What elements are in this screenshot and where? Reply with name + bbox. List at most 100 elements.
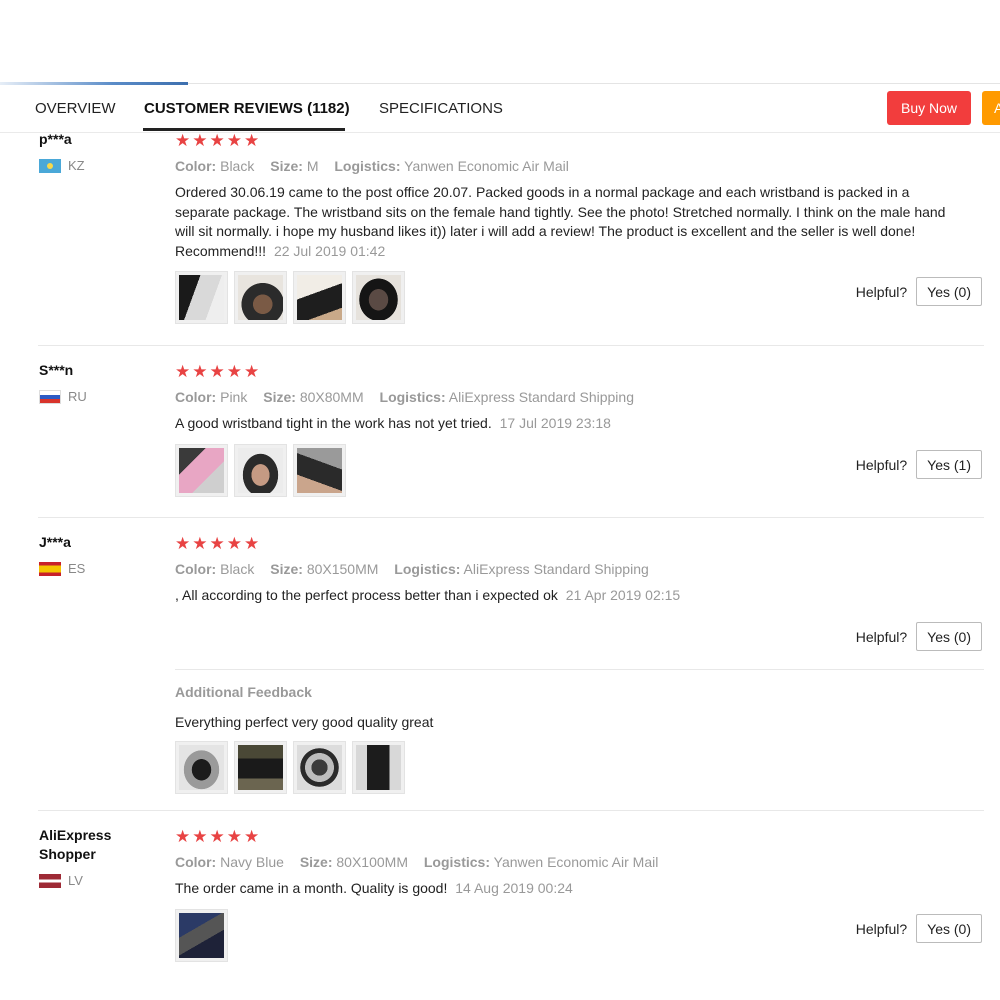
additional-feedback-title: Additional Feedback	[175, 684, 312, 700]
review-photo-thumbnail[interactable]	[175, 741, 228, 794]
logistics-label: Logistics:	[423, 854, 490, 870]
reviewer-name: p***a	[39, 131, 72, 147]
color-value: Navy Blue	[220, 854, 284, 870]
review-photo-thumbnail[interactable]	[352, 741, 405, 794]
star-icon: ★	[209, 827, 225, 846]
color-label: Color:	[175, 854, 217, 870]
reviews-list: p***a KZ ★ ★ ★ ★ ★ Color: Black Size: M …	[0, 130, 1000, 1000]
star-icon: ★	[226, 362, 242, 381]
star-rating: ★ ★ ★ ★ ★	[175, 132, 975, 150]
review-divider	[38, 517, 984, 518]
review-date: 22 Jul 2019 01:42	[273, 242, 386, 259]
country-code: LV	[68, 873, 83, 888]
color-label: Color:	[175, 158, 217, 174]
star-rating: ★ ★ ★ ★ ★	[175, 535, 975, 553]
review-text: The order came in a month. Quality is go…	[175, 879, 965, 899]
reviewer: AliExpress Shopper LV	[39, 826, 159, 888]
reviewer-country: KZ	[39, 158, 159, 173]
logistics-label: Logistics:	[379, 389, 446, 405]
review-attributes: Color: Black Size: M Logistics: Yanwen E…	[175, 158, 975, 174]
kz-flag-icon	[39, 158, 61, 173]
buy-now-button[interactable]: Buy Now	[887, 91, 971, 125]
star-icon: ★	[192, 362, 208, 381]
helpful-vote: Helpful? Yes (0)	[856, 277, 982, 306]
review-attributes: Color: Navy Blue Size: 80X100MM Logistic…	[175, 854, 975, 870]
star-icon: ★	[244, 534, 260, 553]
reviewer-country: LV	[39, 873, 159, 888]
add-to-cart-button[interactable]: A	[982, 91, 1000, 125]
color-label: Color:	[175, 389, 217, 405]
helpful-label: Helpful?	[855, 920, 908, 937]
logistics-value: Yanwen Economic Air Mail	[493, 854, 659, 870]
additional-feedback-photos	[175, 741, 975, 794]
logistics-value: AliExpress Standard Shipping	[448, 389, 634, 405]
tab-customer-reviews[interactable]: CUSTOMER REVIEWS (1182)	[144, 100, 350, 117]
color-value: Black	[220, 561, 255, 577]
star-rating: ★ ★ ★ ★ ★	[175, 363, 975, 381]
helpful-yes-button[interactable]: Yes (0)	[916, 622, 982, 651]
helpful-vote: Helpful? Yes (1)	[856, 450, 982, 479]
review-photo-thumbnail[interactable]	[175, 908, 228, 962]
star-icon: ★	[175, 131, 191, 150]
review-divider	[38, 345, 984, 346]
review-photo-thumbnail[interactable]	[293, 443, 346, 497]
helpful-label: Helpful?	[855, 456, 908, 473]
size-label: Size:	[263, 389, 296, 405]
review-photo-thumbnail[interactable]	[293, 271, 346, 325]
star-icon: ★	[192, 534, 208, 553]
review-photo-thumbnail[interactable]	[234, 443, 287, 497]
helpful-vote: Helpful? Yes (0)	[856, 622, 982, 651]
review-photo-thumbnail[interactable]	[175, 271, 228, 325]
additional-feedback-text: Everything perfect very good quality gre…	[175, 714, 434, 730]
review-body: , All according to the perfect process b…	[175, 587, 558, 603]
page-header-band	[0, 0, 1000, 85]
review-photo-thumbnail[interactable]	[234, 741, 287, 794]
star-rating: ★ ★ ★ ★ ★	[175, 828, 975, 846]
star-icon: ★	[175, 362, 191, 381]
country-code: ES	[68, 561, 86, 576]
size-value: 80X80MM	[299, 389, 364, 405]
product-tab-bar: OVERVIEW CUSTOMER REVIEWS (1182) SPECIFI…	[0, 85, 1000, 133]
star-icon: ★	[175, 827, 191, 846]
size-label: Size:	[299, 854, 333, 870]
star-icon: ★	[175, 534, 191, 553]
reviewer-country: ES	[39, 561, 159, 576]
review-text: , All according to the perfect process b…	[175, 586, 965, 606]
star-icon: ★	[226, 534, 242, 553]
review-content: ★ ★ ★ ★ ★ Color: Black Size: 80X150MM Lo…	[175, 535, 975, 606]
ru-flag-icon	[39, 389, 61, 404]
star-icon: ★	[209, 362, 225, 381]
color-value: Pink	[220, 389, 248, 405]
header-divider	[188, 83, 1000, 84]
reviewer: p***a KZ	[39, 130, 159, 173]
country-code: RU	[68, 389, 87, 404]
logistics-label: Logistics:	[394, 561, 461, 577]
star-icon: ★	[226, 131, 242, 150]
tab-overview[interactable]: OVERVIEW	[35, 100, 116, 117]
review-date: 21 Apr 2019 02:15	[565, 587, 681, 603]
review-photo-thumbnail[interactable]	[234, 271, 287, 325]
star-icon: ★	[244, 827, 260, 846]
color-value: Black	[220, 158, 255, 174]
review-attributes: Color: Black Size: 80X150MM Logistics: A…	[175, 561, 975, 577]
es-flag-icon	[39, 561, 61, 576]
review-attributes: Color: Pink Size: 80X80MM Logistics: Ali…	[175, 389, 975, 405]
helpful-yes-button[interactable]: Yes (0)	[916, 914, 982, 943]
review-photo-thumbnail[interactable]	[293, 741, 346, 794]
size-label: Size:	[270, 561, 303, 577]
helpful-yes-button[interactable]: Yes (0)	[916, 277, 982, 306]
reviewer-country: RU	[39, 389, 159, 404]
lv-flag-icon	[39, 873, 61, 888]
country-code: KZ	[68, 158, 85, 173]
logistics-value: AliExpress Standard Shipping	[463, 561, 649, 577]
tab-specifications[interactable]: SPECIFICATIONS	[379, 100, 503, 117]
review-photo-thumbnail[interactable]	[352, 271, 405, 325]
helpful-label: Helpful?	[855, 628, 908, 645]
helpful-yes-button[interactable]: Yes (1)	[916, 450, 982, 479]
reviewer-name: AliExpress Shopper	[39, 827, 112, 862]
color-label: Color:	[175, 561, 217, 577]
review-photo-thumbnail[interactable]	[175, 443, 228, 497]
reviewer: S***n RU	[39, 361, 159, 404]
review-date: 17 Jul 2019 23:18	[499, 415, 611, 431]
size-label: Size:	[270, 158, 303, 174]
